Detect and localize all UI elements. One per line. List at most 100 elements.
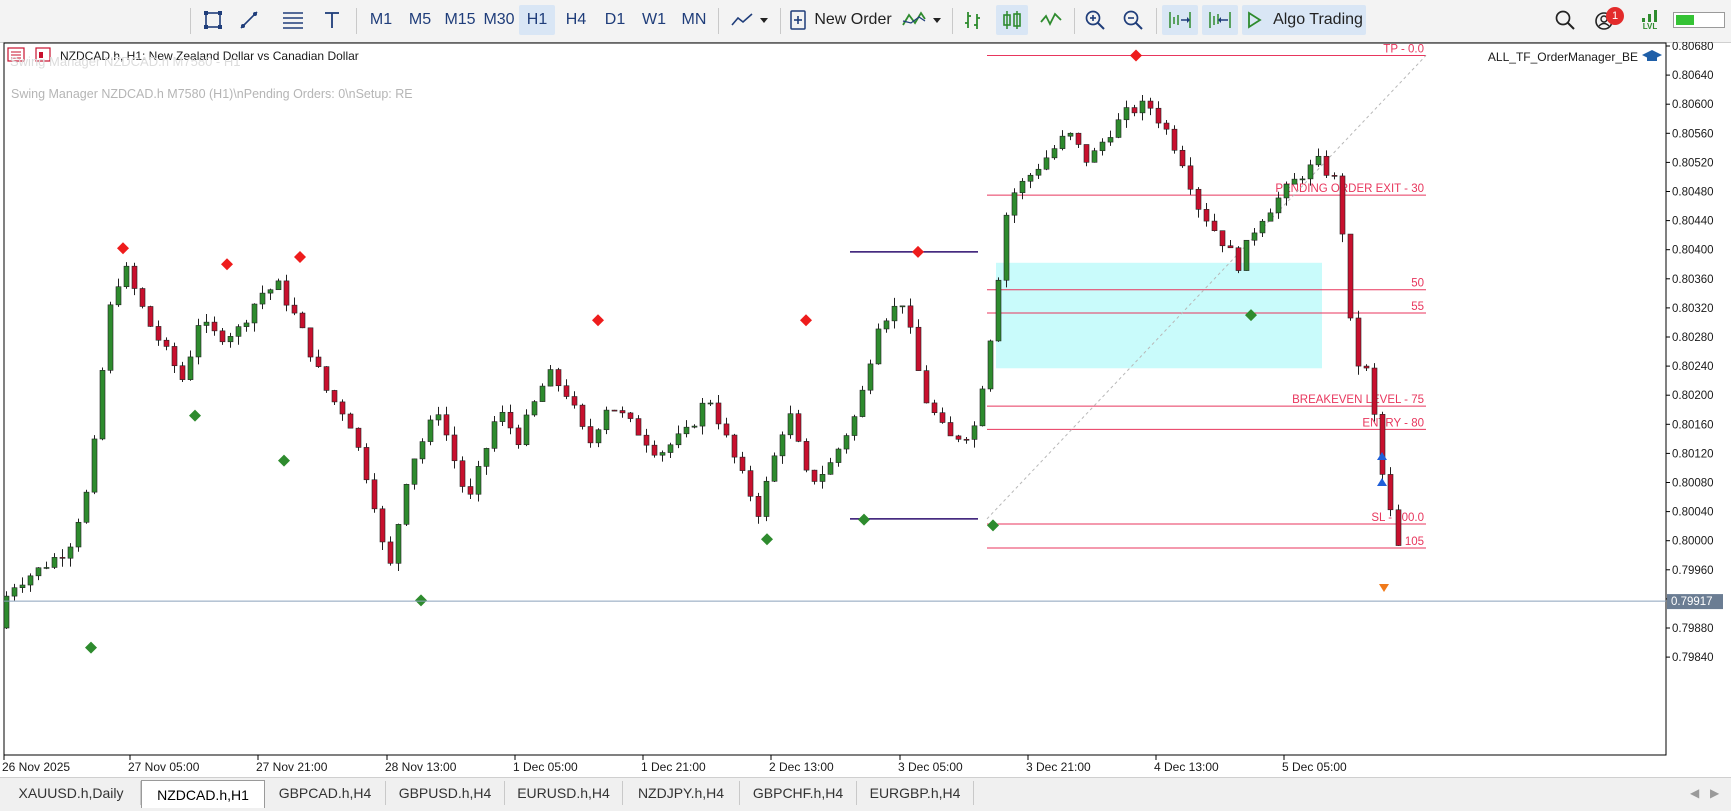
text-tool-icon[interactable] <box>318 5 346 35</box>
bullish-candle <box>1259 220 1266 234</box>
tab-nzdcad-h1[interactable]: NZDCAD.h,H1 <box>141 780 265 808</box>
bullish-candle <box>19 584 26 589</box>
time-axis-label: 1 Dec 05:00 <box>513 760 578 774</box>
bearish-candle <box>291 304 298 314</box>
order-level-label: 50 <box>1411 278 1424 290</box>
tab-gbpusd-h4[interactable]: GBPUSD.h,H4 <box>386 781 505 805</box>
bearish-candle <box>795 413 802 442</box>
bearish-candle <box>307 327 314 358</box>
bullish-candle <box>427 419 434 442</box>
bearish-candle <box>1075 132 1082 145</box>
line-chart-icon[interactable] <box>1036 5 1066 35</box>
bullish-candle <box>275 280 282 291</box>
timeframe-d1[interactable]: D1 <box>598 5 632 35</box>
bearish-candle <box>755 495 762 517</box>
bearish-candle <box>1195 188 1202 210</box>
tab-eurusd-h4[interactable]: EURUSD.h,H4 <box>505 781 623 805</box>
bullish-candle <box>531 401 538 416</box>
auto-scroll-icon[interactable] <box>1162 5 1198 35</box>
bullish-candle <box>251 303 258 324</box>
bullish-candle <box>1003 214 1010 281</box>
signal-level-icon[interactable]: LVL <box>1636 5 1664 35</box>
algo-trading-button[interactable]: Algo Trading <box>1242 5 1366 35</box>
trendline-icon[interactable] <box>234 5 264 35</box>
price-axis-label: 0.80520 <box>1672 157 1714 169</box>
tab-eurgbp-h4[interactable]: EURGBP.h,H4 <box>857 781 974 805</box>
new-order-button[interactable]: New Order <box>788 5 892 35</box>
zoom-out-icon[interactable] <box>1118 5 1148 35</box>
price-axis-label: 0.79840 <box>1672 652 1714 664</box>
chart-type-dropdown[interactable] <box>728 5 774 35</box>
tab-nzdjpy-h4[interactable]: NZDJPY.h,H4 <box>623 781 740 805</box>
timeframe-m15[interactable]: M15 <box>440 5 480 35</box>
tab-gbpcad-h4[interactable]: GBPCAD.h,H4 <box>265 781 386 805</box>
price-chart[interactable]: TP - 0.0 PENDING ORDER EXIT - 30 50 55 BREAK… <box>0 41 1731 777</box>
timeframe-mn[interactable]: MN <box>676 5 712 35</box>
bearish-candle <box>1235 247 1242 271</box>
bearish-candle <box>915 326 922 371</box>
chart-shift-icon[interactable] <box>1202 5 1238 35</box>
bullish-candle <box>1315 155 1322 166</box>
bullish-candle <box>35 567 42 577</box>
search-icon[interactable] <box>1550 5 1580 35</box>
tab-scroll-right-icon[interactable]: ▶ <box>1710 786 1719 800</box>
bullish-candle <box>491 421 498 449</box>
timeframe-h1[interactable]: H1 <box>519 5 555 35</box>
tab-xauusd-daily[interactable]: XAUUSD.h,Daily <box>2 781 141 805</box>
timeframe-m5[interactable]: M5 <box>403 5 437 35</box>
bullish-candle <box>395 524 402 564</box>
bullish-candle <box>1275 197 1282 214</box>
bullish-candle <box>1027 174 1034 182</box>
indicators-dropdown[interactable] <box>900 5 946 35</box>
toolbar-separator <box>780 8 781 34</box>
timeframe-m1[interactable]: M1 <box>365 5 397 35</box>
bearish-candle <box>963 438 970 441</box>
candlestick-chart-icon[interactable] <box>996 5 1028 35</box>
bullish-candle <box>67 546 74 559</box>
toolbar-separator <box>356 8 357 34</box>
toolbar-separator <box>718 8 719 34</box>
bearish-candle <box>931 402 938 413</box>
notifications-icon[interactable]: 1 <box>1588 5 1624 35</box>
bearish-candle <box>379 508 386 543</box>
bearish-candle <box>171 346 178 367</box>
order-level-label: 55 <box>1411 301 1424 313</box>
bearish-candle <box>947 422 954 437</box>
bar-chart-icon[interactable] <box>958 5 988 35</box>
time-axis-label: 28 Nov 13:00 <box>385 760 457 774</box>
bullish-candle <box>1115 119 1122 138</box>
bearish-candle <box>155 326 162 341</box>
tab-gbpchf-h4[interactable]: GBPCHF.h,H4 <box>740 781 857 805</box>
bullish-candle <box>1251 232 1258 241</box>
time-axis-label: 3 Dec 21:00 <box>1026 760 1091 774</box>
timeframe-m30[interactable]: M30 <box>481 5 517 35</box>
zoom-in-icon[interactable] <box>1080 5 1110 35</box>
bearish-candle <box>1379 414 1386 475</box>
bearish-candle <box>515 427 522 446</box>
bearish-candle <box>715 402 722 425</box>
bearish-candle <box>1371 367 1378 415</box>
bearish-candle <box>211 321 218 332</box>
ea-name-label: ALL_TF_OrderManager_BE <box>1488 50 1638 64</box>
tab-scroll-left-icon[interactable]: ◀ <box>1690 786 1699 800</box>
bullish-candle <box>1059 135 1066 149</box>
timeframe-w1[interactable]: W1 <box>636 5 672 35</box>
chart-canvas[interactable]: TP - 0.0 PENDING ORDER EXIT - 30 50 55 BREAK… <box>0 41 1731 777</box>
price-axis-label: 0.80680 <box>1672 42 1714 53</box>
bearish-candle <box>1347 233 1354 319</box>
bearish-candle <box>619 410 626 414</box>
bearish-candle <box>1163 122 1170 130</box>
symbol-tabs-bar: XAUUSD.h,Daily NZDCAD.h,H1 GBPCAD.h,H4 G… <box>0 777 1731 811</box>
bearish-candle <box>1171 128 1178 151</box>
bearish-candle <box>579 404 586 427</box>
bearish-candle <box>387 541 394 564</box>
bullish-candle <box>763 480 770 517</box>
bullish-candle <box>27 575 34 586</box>
bearish-candle <box>1131 107 1138 114</box>
bullish-candle <box>75 521 82 548</box>
timeframe-h4[interactable]: H4 <box>559 5 593 35</box>
bullish-candle <box>243 322 250 327</box>
bearish-candle <box>1147 100 1154 109</box>
fibonacci-icon[interactable] <box>278 5 308 35</box>
crosshair-object-icon[interactable] <box>198 5 228 35</box>
